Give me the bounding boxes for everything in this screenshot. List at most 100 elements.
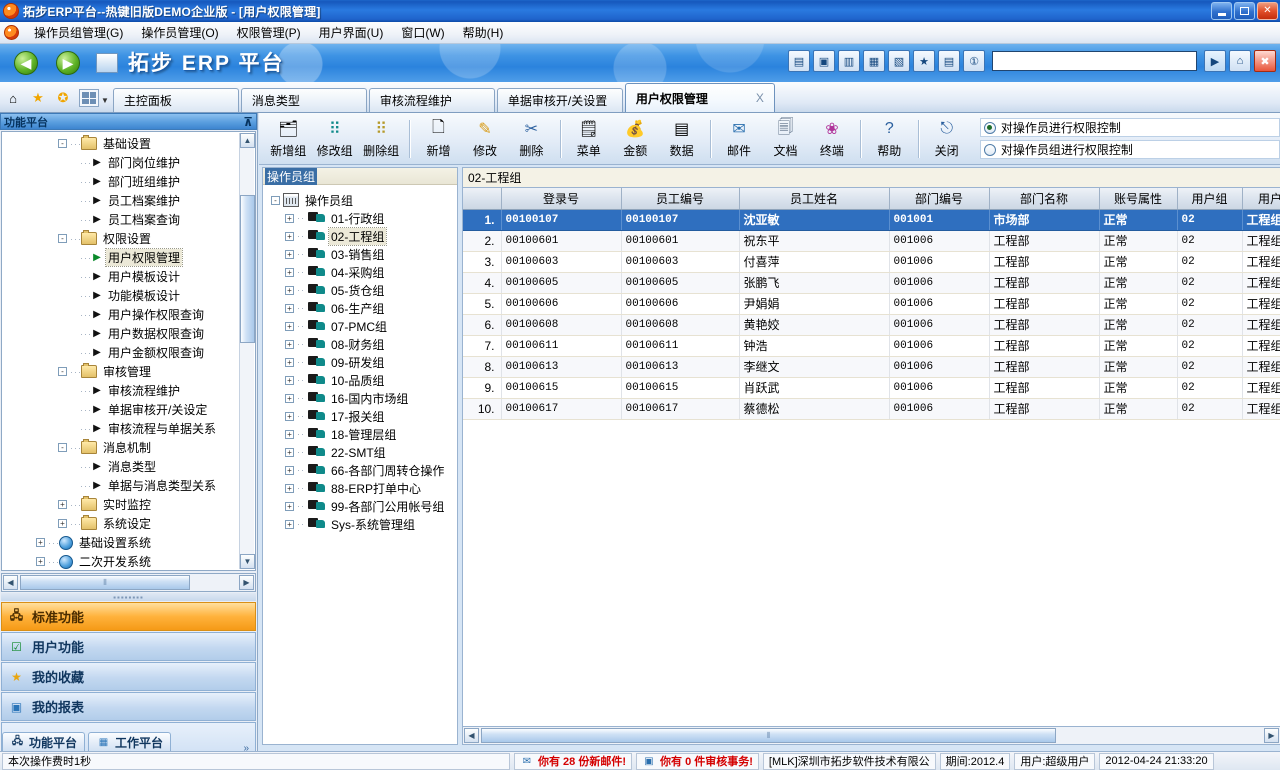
expander-icon[interactable]: - bbox=[58, 234, 67, 243]
sidebar-tree-item[interactable]: ····▶消息类型 bbox=[2, 457, 240, 476]
radio-button-icon[interactable] bbox=[984, 122, 996, 134]
col-user-group[interactable]: 用户组 bbox=[1177, 188, 1242, 209]
tab-user-permission[interactable]: 用户权限管理 X bbox=[625, 83, 775, 112]
expander-icon[interactable]: + bbox=[285, 412, 294, 421]
operator-group-item[interactable]: +··88-ERP打单中心 bbox=[263, 479, 457, 497]
sidebar-tree-item[interactable]: -···消息机制 bbox=[2, 438, 240, 457]
col-rownum[interactable] bbox=[463, 188, 501, 209]
expander-icon[interactable]: + bbox=[285, 286, 294, 295]
operator-group-item[interactable]: +··16-国内市场组 bbox=[263, 389, 457, 407]
operator-group-item[interactable]: +··18-管理层组 bbox=[263, 425, 457, 443]
sidebar-tree-item[interactable]: ····▶用户权限管理 bbox=[2, 248, 240, 267]
operator-group-root[interactable]: - 操作员组 bbox=[263, 191, 457, 209]
grid-scroll-right-button[interactable]: ▶ bbox=[1264, 728, 1279, 743]
scroll-left-button[interactable]: ◀ bbox=[3, 575, 18, 590]
toolbar-amount[interactable]: 💰 金额 bbox=[612, 116, 658, 162]
menu-item-operator-group[interactable]: 操作员组管理(G) bbox=[25, 22, 132, 43]
expander-icon[interactable]: + bbox=[58, 500, 67, 509]
toolbar-close[interactable]: ⎋ 关闭 bbox=[923, 116, 969, 162]
operator-group-item[interactable]: +··09-研发组 bbox=[263, 353, 457, 371]
sidebar-tree-item[interactable]: +···基础设置系统 bbox=[2, 533, 240, 552]
sidebar-tree-item[interactable]: ····▶部门班组维护 bbox=[2, 172, 240, 191]
table-row[interactable]: 7.0010061100100611钟浩001006工程部正常02工程组Admi bbox=[463, 335, 1280, 356]
sidebar-tree-item[interactable]: ····▶用户金额权限查询 bbox=[2, 343, 240, 362]
toolbar-mail[interactable]: ✉ 邮件 bbox=[716, 116, 762, 162]
operator-group-item[interactable]: +··03-销售组 bbox=[263, 245, 457, 263]
table-row[interactable]: 8.0010061300100613李继文001006工程部正常02工程组Adm… bbox=[463, 356, 1280, 377]
table-row[interactable]: 10.0010061700100617蔡德松001006工程部正常02工程组Ad… bbox=[463, 398, 1280, 419]
menu-item-operator[interactable]: 操作员管理(O) bbox=[132, 22, 227, 43]
expander-icon[interactable]: + bbox=[285, 214, 294, 223]
toolbar-help[interactable]: ? 帮助 bbox=[866, 116, 912, 162]
sidebar-tree-item[interactable]: ····▶审核流程与单据关系 bbox=[2, 419, 240, 438]
nav-icon-info[interactable]: ① bbox=[963, 50, 985, 72]
operator-group-item[interactable]: +··10-品质组 bbox=[263, 371, 457, 389]
col-user-group-name[interactable]: 用户组名称 bbox=[1242, 188, 1280, 209]
sidebar-tree-item[interactable]: +···系统设定 bbox=[2, 514, 240, 533]
accordion-my-favorites[interactable]: ★ 我的收藏 bbox=[1, 662, 256, 691]
operator-group-item[interactable]: +··01-行政组 bbox=[263, 209, 457, 227]
nav-icon-contacts[interactable]: ▤ bbox=[938, 50, 960, 72]
scroll-thumb[interactable] bbox=[240, 195, 255, 343]
expander-icon[interactable]: + bbox=[285, 250, 294, 259]
toolbar-add-group[interactable]: 🗂 新增组 bbox=[265, 116, 311, 162]
scroll-down-button[interactable]: ▼ bbox=[240, 554, 255, 569]
radio-operator-scope[interactable]: 对操作员进行权限控制 bbox=[980, 118, 1280, 137]
tree-horizontal-scrollbar[interactable]: ◀ ⦀ ▶ bbox=[1, 573, 256, 592]
scroll-up-button[interactable]: ▲ bbox=[240, 133, 255, 148]
restore-button[interactable] bbox=[1234, 2, 1255, 20]
tab-doc-audit-switch[interactable]: 单据审核开/关设置 bbox=[497, 88, 623, 112]
star-icon[interactable]: ★ bbox=[28, 88, 48, 108]
nav-icon-add[interactable]: ▧ bbox=[888, 50, 910, 72]
radio-button-icon[interactable] bbox=[984, 144, 996, 156]
nav-icon-book[interactable]: ▥ bbox=[838, 50, 860, 72]
table-row[interactable]: 1.0010010700100107沈亚敏001001市场部正常02工程组adm bbox=[463, 209, 1280, 230]
close-button[interactable]: ✕ bbox=[1257, 2, 1278, 20]
sidebar-tree-item[interactable]: ····▶单据审核开/关设定 bbox=[2, 400, 240, 419]
sidebar-tree-item[interactable]: ····▶部门岗位维护 bbox=[2, 153, 240, 172]
expander-icon[interactable]: + bbox=[285, 340, 294, 349]
operator-group-item[interactable]: +··05-货仓组 bbox=[263, 281, 457, 299]
operator-group-item[interactable]: +··Sys-系统管理组 bbox=[263, 515, 457, 533]
status-audit[interactable]: ▣ 你有 0 件审核事务! bbox=[636, 753, 759, 770]
operator-group-item[interactable]: +··04-采购组 bbox=[263, 263, 457, 281]
table-row[interactable]: 9.0010061500100615肖跃武001006工程部正常02工程组adm… bbox=[463, 377, 1280, 398]
col-account-attr[interactable]: 账号属性 bbox=[1099, 188, 1177, 209]
add-favorite-icon[interactable]: ✪ bbox=[53, 88, 73, 108]
toolbar-edit-group[interactable]: ⠿ 修改组 bbox=[311, 116, 357, 162]
col-dept-no[interactable]: 部门编号 bbox=[889, 188, 989, 209]
nav-home-button[interactable]: ⌂ bbox=[1229, 50, 1251, 72]
toolbar-new[interactable]: 🗋 新增 bbox=[415, 116, 461, 162]
toolbar-data[interactable]: ▤ 数据 bbox=[658, 116, 704, 162]
sidebar-tree-item[interactable]: +···实时监控 bbox=[2, 495, 240, 514]
operator-group-item[interactable]: +··06-生产组 bbox=[263, 299, 457, 317]
sidebar-tree-item[interactable]: -···权限设置 bbox=[2, 229, 240, 248]
expander-icon[interactable]: + bbox=[285, 322, 294, 331]
nav-go-button[interactable]: ▶ bbox=[1204, 50, 1226, 72]
expander-icon[interactable]: + bbox=[285, 430, 294, 439]
col-dept-name[interactable]: 部门名称 bbox=[989, 188, 1099, 209]
forward-button[interactable]: ▶ bbox=[56, 51, 80, 75]
toolbar-menu[interactable]: 🗒 菜单 bbox=[566, 116, 612, 162]
operator-group-item[interactable]: +··08-财务组 bbox=[263, 335, 457, 353]
sidebar-tree-item[interactable]: +···二次开发系统 bbox=[2, 552, 240, 571]
operator-group-item[interactable]: +··22-SMT组 bbox=[263, 443, 457, 461]
expander-icon[interactable]: + bbox=[58, 519, 67, 528]
sidebar-tree-item[interactable]: ····▶功能模板设计 bbox=[2, 286, 240, 305]
menu-item-window[interactable]: 窗口(W) bbox=[392, 22, 453, 43]
expander-icon[interactable]: + bbox=[36, 538, 45, 547]
operator-group-item[interactable]: +··07-PMC组 bbox=[263, 317, 457, 335]
home-icon[interactable]: ⌂ bbox=[3, 88, 23, 108]
expander-icon[interactable]: + bbox=[285, 502, 294, 511]
toolbar-delete[interactable]: ✂ 删除 bbox=[508, 116, 554, 162]
toolbar-terminal[interactable]: ❀ 终端 bbox=[809, 116, 855, 162]
toolbar-document[interactable]: 🗐 文档 bbox=[762, 116, 808, 162]
tab-list-icon[interactable] bbox=[79, 89, 99, 107]
menu-item-ui[interactable]: 用户界面(U) bbox=[310, 22, 393, 43]
scroll-thumb-horizontal[interactable]: ⦀ bbox=[20, 575, 190, 590]
operator-group-item[interactable]: +··17-报关组 bbox=[263, 407, 457, 425]
menu-item-help[interactable]: 帮助(H) bbox=[454, 22, 513, 43]
expander-icon[interactable]: + bbox=[285, 448, 294, 457]
accordion-user-functions[interactable]: ☑ 用户功能 bbox=[1, 632, 256, 661]
grid-horizontal-scrollbar[interactable]: ◀ ⦀ ▶ bbox=[462, 726, 1280, 745]
